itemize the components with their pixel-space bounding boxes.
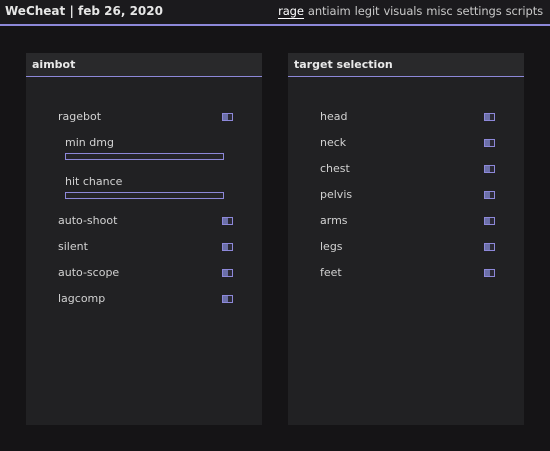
legs-checkbox[interactable] bbox=[484, 243, 495, 251]
tab-rage[interactable]: rage bbox=[278, 4, 304, 19]
lagcomp-row: lagcomp bbox=[58, 292, 233, 306]
tab-legit[interactable]: legit bbox=[355, 4, 380, 19]
target-selection-panel: target selection head neck chest pelvis … bbox=[288, 53, 524, 425]
auto-shoot-label: auto-shoot bbox=[58, 214, 118, 227]
hit-chance-label: hit chance bbox=[65, 175, 123, 188]
ragebot-label: ragebot bbox=[58, 110, 102, 123]
target-row-head: head bbox=[320, 110, 495, 124]
aimbot-panel: aimbot ragebot min dmg hit chance auto-s… bbox=[26, 53, 262, 425]
silent-checkbox[interactable] bbox=[222, 243, 233, 251]
ragebot-checkbox[interactable] bbox=[222, 113, 233, 121]
silent-label: silent bbox=[58, 240, 88, 253]
tab-antiaim[interactable]: antiaim bbox=[308, 4, 351, 19]
aimbot-panel-title: aimbot bbox=[32, 58, 76, 71]
pelvis-checkbox[interactable] bbox=[484, 191, 495, 199]
min-dmg-slider[interactable] bbox=[65, 153, 224, 160]
target-row-pelvis: pelvis bbox=[320, 188, 495, 202]
silent-row: silent bbox=[58, 240, 233, 254]
chest-checkbox[interactable] bbox=[484, 165, 495, 173]
arms-checkbox[interactable] bbox=[484, 217, 495, 225]
app-title: WeCheat | feb 26, 2020 bbox=[5, 4, 163, 18]
auto-shoot-row: auto-shoot bbox=[58, 214, 233, 228]
auto-shoot-checkbox[interactable] bbox=[222, 217, 233, 225]
hit-chance-slider[interactable] bbox=[65, 192, 224, 199]
aimbot-panel-divider bbox=[26, 76, 262, 77]
top-bar: WeCheat | feb 26, 2020 rage antiaim legi… bbox=[0, 0, 550, 24]
feet-checkbox[interactable] bbox=[484, 269, 495, 277]
target-row-chest: chest bbox=[320, 162, 495, 176]
target-selection-panel-divider bbox=[288, 76, 524, 77]
target-label-pelvis: pelvis bbox=[320, 188, 353, 201]
auto-scope-label: auto-scope bbox=[58, 266, 120, 279]
target-label-chest: chest bbox=[320, 162, 350, 175]
auto-scope-checkbox[interactable] bbox=[222, 269, 233, 277]
min-dmg-label: min dmg bbox=[65, 136, 114, 149]
auto-scope-row: auto-scope bbox=[58, 266, 233, 280]
target-row-neck: neck bbox=[320, 136, 495, 150]
tab-bar: rage antiaim legit visuals misc settings… bbox=[278, 4, 543, 19]
aimbot-panel-header: aimbot bbox=[26, 53, 262, 76]
target-row-legs: legs bbox=[320, 240, 495, 254]
tab-visuals[interactable]: visuals bbox=[383, 4, 422, 19]
target-label-head: head bbox=[320, 110, 348, 123]
target-row-arms: arms bbox=[320, 214, 495, 228]
tab-scripts[interactable]: scripts bbox=[506, 4, 543, 19]
target-label-feet: feet bbox=[320, 266, 342, 279]
header-divider bbox=[0, 24, 550, 26]
target-selection-panel-title: target selection bbox=[294, 58, 393, 71]
target-selection-panel-header: target selection bbox=[288, 53, 524, 76]
lagcomp-checkbox[interactable] bbox=[222, 295, 233, 303]
lagcomp-label: lagcomp bbox=[58, 292, 106, 305]
target-label-neck: neck bbox=[320, 136, 347, 149]
ragebot-row: ragebot bbox=[58, 110, 233, 124]
target-label-arms: arms bbox=[320, 214, 348, 227]
neck-checkbox[interactable] bbox=[484, 139, 495, 147]
tab-settings[interactable]: settings bbox=[457, 4, 502, 19]
target-label-legs: legs bbox=[320, 240, 343, 253]
head-checkbox[interactable] bbox=[484, 113, 495, 121]
tab-misc[interactable]: misc bbox=[426, 4, 452, 19]
target-row-feet: feet bbox=[320, 266, 495, 280]
